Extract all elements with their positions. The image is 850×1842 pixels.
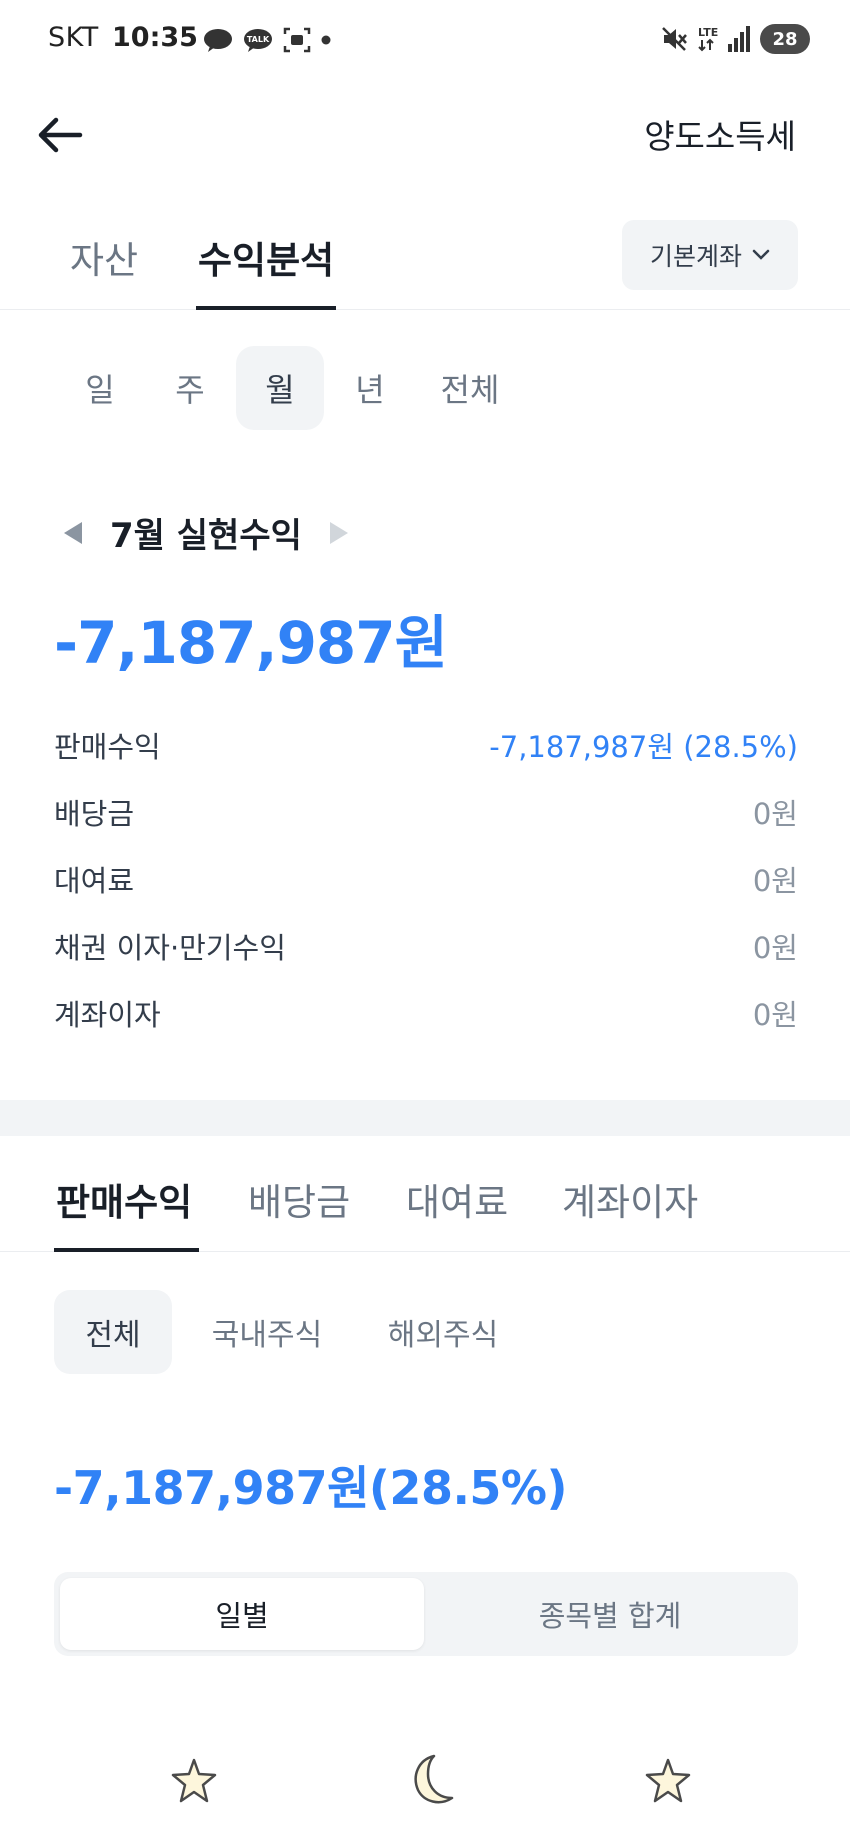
sales-profit-amount: -7,187,987원(28.5%): [54, 1461, 568, 1515]
view-toggle-daily[interactable]: 일별: [60, 1578, 424, 1650]
detail-row-bond-interest: 채권 이자·만기수익 0원: [54, 921, 798, 971]
period-tab-month[interactable]: 월: [236, 346, 324, 430]
system-icons: LTE 28: [660, 24, 810, 54]
arrow-left-icon: [38, 117, 83, 153]
account-select-label: 기본계좌: [649, 242, 742, 271]
prev-month-icon[interactable]: [60, 520, 86, 546]
realized-total-amount: -7,187,987원: [54, 609, 448, 677]
realized-title: 7월 실현수익: [110, 516, 302, 556]
detail-value: 0원: [752, 931, 798, 965]
tab-profit-analysis[interactable]: 수익분석: [198, 230, 334, 284]
income-type-tabs: 판매수익 배당금 대여료 계좌이자: [0, 1136, 850, 1252]
tab-account-interest[interactable]: 계좌이자: [562, 1172, 698, 1226]
period-tab-week[interactable]: 주: [146, 346, 234, 430]
screenshot-icon: [283, 27, 311, 53]
moon-icon: [414, 1754, 454, 1804]
svg-text:TALK: TALK: [247, 35, 270, 44]
dot-icon: [321, 35, 331, 45]
detail-value: 0원: [752, 998, 798, 1032]
detail-value: -7,187,987원 (28.5%): [489, 730, 798, 764]
tab-lending-fee[interactable]: 대여료: [406, 1172, 508, 1226]
period-tab-all[interactable]: 전체: [418, 346, 522, 430]
status-bar: SKT 10:35 TALK LTE 28: [0, 0, 850, 80]
detail-row-lending-fee: 대여료 0원: [54, 854, 798, 904]
detail-value: 0원: [752, 797, 798, 831]
detail-label: 채권 이자·만기수익: [54, 931, 286, 965]
capital-gains-tax-link[interactable]: 양도소득세: [644, 110, 796, 158]
account-select-button[interactable]: 기본계좌: [622, 220, 798, 290]
talk-icon: TALK: [244, 29, 272, 52]
view-toggle: 일별 종목별 합계: [54, 1572, 798, 1656]
tab-dividend[interactable]: 배당금: [248, 1172, 350, 1226]
period-tab-year[interactable]: 년: [326, 346, 414, 430]
carrier-label: SKT: [48, 22, 99, 53]
market-chip-all[interactable]: 전체: [54, 1290, 172, 1374]
detail-label: 판매수익: [54, 730, 161, 764]
detail-label: 대여료: [54, 864, 135, 898]
period-tab-day[interactable]: 일: [56, 346, 144, 430]
tab-active-indicator: [196, 306, 336, 310]
market-chip-overseas[interactable]: 해외주식: [368, 1290, 518, 1374]
detail-row-account-interest: 계좌이자 0원: [54, 988, 798, 1038]
detail-label: 배당금: [54, 797, 135, 831]
tab-active-indicator: [54, 1248, 199, 1252]
tab-assets[interactable]: 자산: [70, 230, 138, 284]
tab-sales-profit[interactable]: 판매수익: [56, 1172, 192, 1226]
battery-indicator: 28: [760, 24, 810, 54]
detail-row-dividend: 배당금 0원: [54, 787, 798, 837]
detail-label: 계좌이자: [54, 998, 161, 1032]
back-button[interactable]: [36, 110, 96, 160]
mute-icon: [662, 27, 687, 51]
detail-value: 0원: [752, 864, 798, 898]
realized-month-nav: 7월 실현수익: [60, 508, 352, 557]
clock: 10:35: [112, 22, 198, 53]
main-tabs: 자산 수익분석 기본계좌: [0, 210, 850, 310]
chat-bubble-icon: [204, 29, 232, 52]
svg-text:LTE: LTE: [698, 26, 718, 39]
next-month-icon[interactable]: [326, 520, 352, 546]
chevron-down-icon: [752, 249, 770, 260]
notification-icons: TALK: [202, 26, 332, 54]
view-toggle-by-stock[interactable]: 종목별 합계: [428, 1578, 792, 1650]
section-divider: [0, 1100, 850, 1136]
star-icon: [645, 1758, 691, 1803]
detail-row-sales: 판매수익 -7,187,987원 (28.5%): [54, 720, 798, 770]
market-chip-domestic[interactable]: 국내주식: [192, 1290, 342, 1374]
lte-signal-icon: LTE: [698, 26, 750, 52]
star-icon: [171, 1758, 217, 1803]
